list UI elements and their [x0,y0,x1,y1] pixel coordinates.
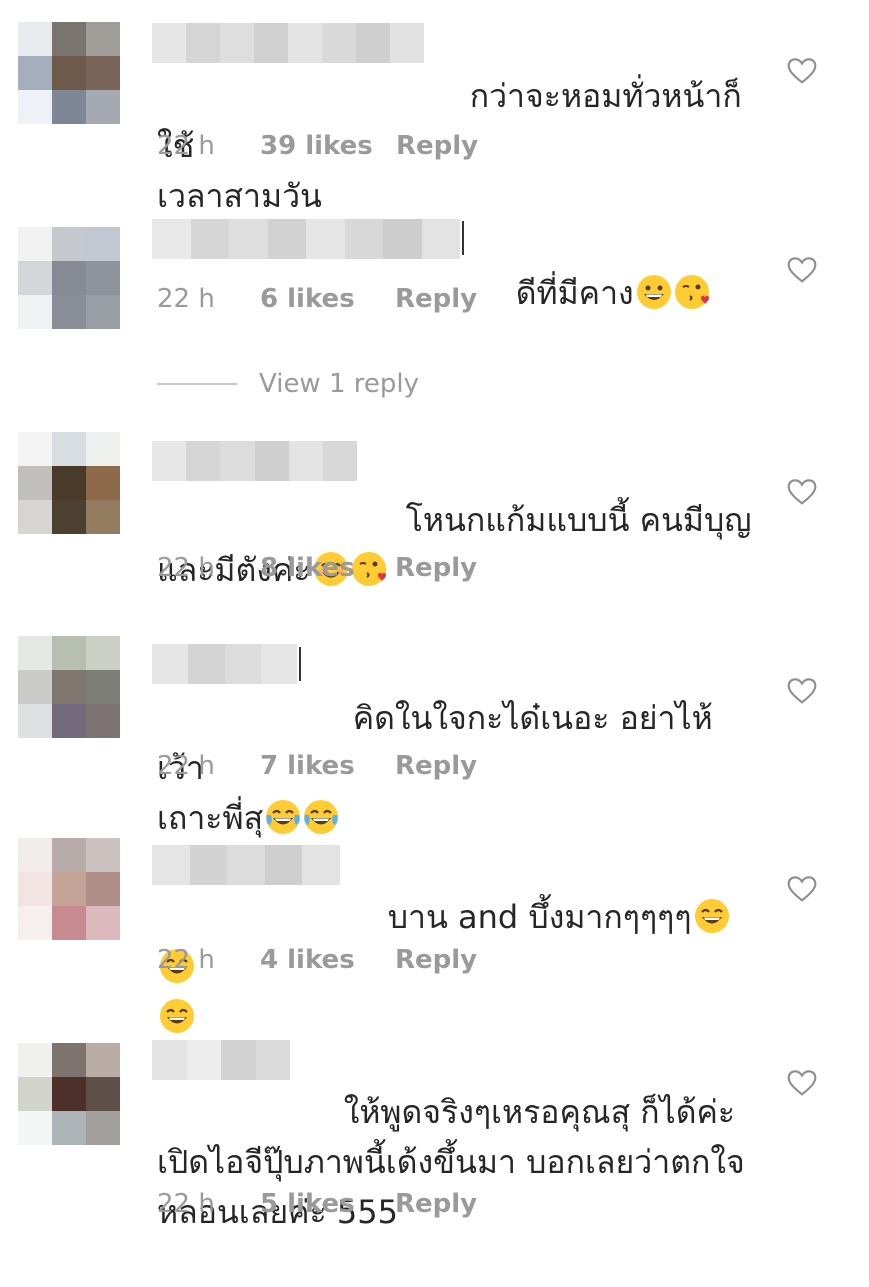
heart-icon[interactable] [786,873,818,905]
comment-text-line2: เถาะพี่สุ [157,799,264,837]
likes-count[interactable]: 7 likes [260,746,395,786]
comment-meta: 22 h 6 likes Reply [157,279,477,319]
heart-icon[interactable] [786,1067,818,1099]
timestamp: 22 h [157,131,215,161]
grinning-face-icon [636,275,671,309]
avatar[interactable] [18,22,120,124]
grinning-face-smiling-eyes-icon [160,999,194,1033]
timestamp: 22 h [157,284,215,314]
face-blowing-kiss-icon [674,275,709,309]
avatar[interactable] [18,838,120,940]
timestamp: 22 h [157,553,215,583]
reply-button[interactable]: Reply [395,548,477,588]
comment-meta: 22 h 5 likes Reply [157,1184,477,1224]
comment-text-line1: ดีที่มีคาง [515,274,634,312]
comment-text-line1: บาน and บึ้งมากๆๆๆๆ [387,898,692,936]
reply-button[interactable]: Reply [395,746,477,786]
comment-meta: 22 h 7 likes Reply [157,746,477,786]
heart-icon[interactable] [786,675,818,707]
comment-text: ให้พูดจริงๆเหรอคุณสุ ก็ได้ค่ะเปิดไอจีปุ๊… [157,1037,757,1287]
likes-count[interactable]: 6 likes [260,279,395,319]
likes-count[interactable]: 5 likes [260,1184,395,1224]
view-replies-label[interactable]: View 1 reply [259,369,419,399]
face-tears-of-joy-icon [304,800,339,834]
heart-icon[interactable] [786,254,818,286]
timestamp: 22 h [157,945,215,975]
avatar[interactable] [18,636,120,738]
avatar[interactable] [18,227,120,329]
likes-count[interactable]: 4 likes [260,940,395,980]
avatar[interactable] [18,432,120,534]
view-replies-button[interactable]: View 1 reply [157,366,419,402]
reply-button[interactable]: Reply [395,1184,477,1224]
face-tears-of-joy-icon [266,800,301,834]
grinning-face-smiling-eyes-icon [694,899,729,933]
comment-meta: 22 h 4 likes Reply [157,940,477,980]
timestamp: 22 h [157,1189,215,1219]
likes-count[interactable]: 39 likes [260,126,396,166]
avatar[interactable] [18,1043,120,1145]
comment-meta: 22 h 39 likes Reply [157,126,478,166]
heart-icon[interactable] [786,476,818,508]
comment-text-line1: ให้พูดจริงๆเหรอคุณสุ ก็ได้ค่ะ [343,1093,736,1131]
heart-icon[interactable] [786,55,818,87]
view-replies-line [157,383,237,385]
reply-button[interactable]: Reply [395,279,477,319]
comment-text-line1: โหนกแก้มแบบนี้ คนมีบุญ [405,501,752,539]
comment-meta: 22 h 8 likes Reply [157,548,477,588]
likes-count[interactable]: 8 likes [260,548,395,588]
timestamp: 22 h [157,751,215,781]
comment-text: โหนกแก้มแบบนี้ คนมีบุญ และมีตังค่ะ [157,445,757,645]
reply-button[interactable]: Reply [396,126,478,166]
comment-text-line2: เปิดไอจีปุ๊บภาพนี้เด้งขึ้นมา บอกเลยว่าตก… [157,1143,745,1181]
reply-button[interactable]: Reply [395,940,477,980]
comment-text-line2: เวลาสามวัน [157,177,322,215]
